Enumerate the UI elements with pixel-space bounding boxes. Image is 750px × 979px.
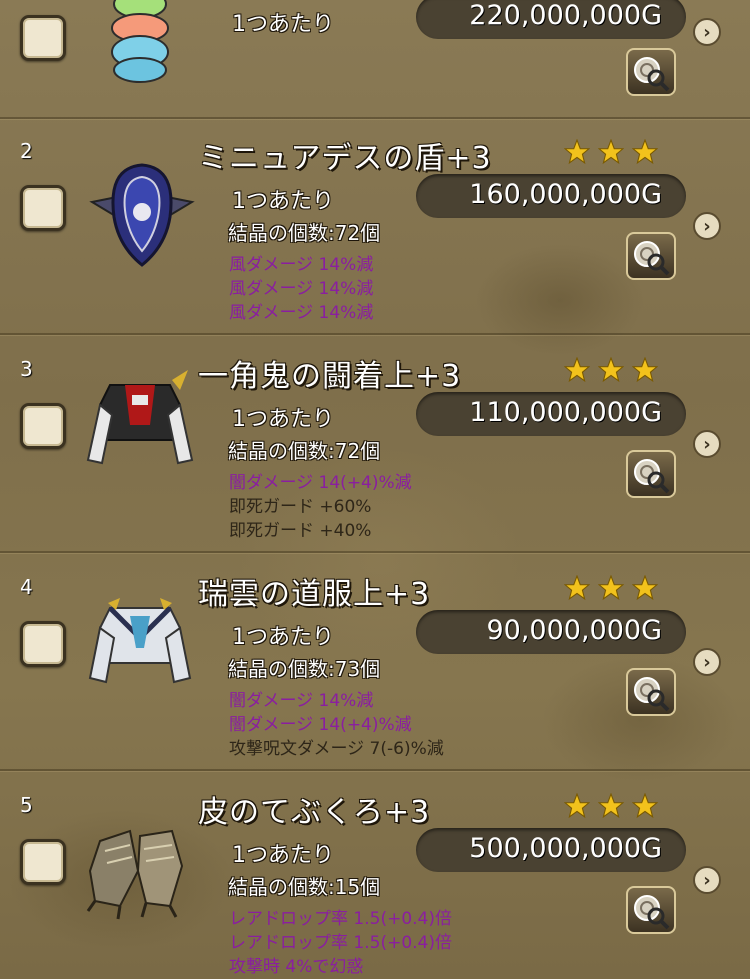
robe-top-item-icon — [88, 598, 192, 684]
list-item[interactable]: 5 皮のてぶくろ+3 1つあたり 500,000,000G 結晶の個数:15個 … — [0, 771, 750, 979]
crystal-count: 結晶の個数:15個 — [228, 875, 381, 899]
star-icon — [632, 575, 658, 601]
star-icon — [632, 357, 658, 383]
effect-line: 攻撃時 4%で幻惑 — [229, 957, 364, 977]
price-display: 500,000,000G — [416, 828, 686, 872]
star-icon — [598, 357, 624, 383]
effect-line: レアドロップ率 1.5(+0.4)倍 — [229, 933, 452, 953]
crystal-count: 結晶の個数:73個 — [228, 657, 381, 681]
effect-line: 闇ダメージ 14(+4)%減 — [229, 473, 412, 493]
search-button[interactable] — [626, 886, 676, 934]
effect-line: 攻撃呪文ダメージ 7(-6)%減 — [229, 739, 444, 759]
list-item[interactable]: 2 ミニュアデスの盾+3 1つあたり 160,000,000G 結晶の個数:72… — [0, 117, 750, 335]
effect-line: 即死ガード +60% — [229, 497, 372, 517]
unit-price-label: 1つあたり — [232, 12, 334, 37]
unit-price-label: 1つあたり — [232, 625, 334, 650]
magnifier-icon — [634, 459, 670, 494]
magnifier-icon — [634, 241, 670, 276]
unit-price-label: 1つあたり — [232, 189, 334, 214]
search-button[interactable] — [626, 232, 676, 280]
gloves-item-icon — [86, 829, 184, 920]
crystal-count: 結晶の個数:72個 — [228, 221, 381, 245]
star-icon — [598, 575, 624, 601]
row-detail-arrow-button[interactable]: › — [693, 866, 721, 894]
star-icon — [564, 575, 590, 601]
effect-line: 闇ダメージ 14(+4)%減 — [229, 715, 412, 735]
unit-price-label: 1つあたり — [232, 407, 334, 432]
rarity-stars — [564, 357, 658, 383]
item-name: 皮のてぶくろ+3 — [198, 795, 431, 830]
row-detail-arrow-button[interactable]: › — [693, 648, 721, 676]
price-value: 90,000,000G — [486, 615, 662, 646]
price-value: 220,000,000G — [469, 0, 662, 31]
row-detail-arrow-button[interactable]: › — [693, 430, 721, 458]
effect-line: 闇ダメージ 14%減 — [229, 691, 374, 711]
row-number: 3 — [20, 357, 33, 381]
rarity-stars — [564, 793, 658, 819]
select-checkbox[interactable] — [20, 621, 66, 667]
magnifier-icon — [634, 57, 670, 92]
star-icon — [598, 793, 624, 819]
rarity-stars — [564, 575, 658, 601]
effect-line: 即死ガード +40% — [229, 521, 372, 541]
effect-line: レアドロップ率 1.5(+0.4)倍 — [229, 909, 452, 929]
search-button[interactable] — [626, 48, 676, 96]
star-icon — [632, 793, 658, 819]
unit-price-label: 1つあたり — [232, 843, 334, 868]
magnifier-icon — [634, 677, 670, 712]
row-detail-arrow-button[interactable]: › — [693, 212, 721, 240]
effect-line: 風ダメージ 14%減 — [229, 279, 374, 299]
slime-tower-item-icon — [111, 0, 169, 83]
crystal-count: 結晶の個数:72個 — [228, 439, 381, 463]
search-button[interactable] — [626, 450, 676, 498]
price-value: 110,000,000G — [469, 397, 662, 428]
price-display: 110,000,000G — [416, 392, 686, 436]
row-number: 4 — [20, 575, 33, 599]
effect-line: 風ダメージ 14%減 — [229, 255, 374, 275]
row-number: 2 — [20, 139, 33, 163]
price-value: 500,000,000G — [469, 833, 662, 864]
armor-top-item-icon — [86, 370, 194, 465]
star-icon — [564, 793, 590, 819]
rarity-stars — [564, 139, 658, 165]
price-display: 160,000,000G — [416, 174, 686, 218]
star-icon — [564, 357, 590, 383]
magnifier-icon — [634, 895, 670, 930]
shield-item-icon — [89, 163, 195, 267]
star-icon — [598, 139, 624, 165]
search-button[interactable] — [626, 668, 676, 716]
price-display: 90,000,000G — [416, 610, 686, 654]
list-item[interactable]: 1つあたり 220,000,000G › — [0, 0, 750, 119]
item-list: 1つあたり 220,000,000G › 2 ミニュアデスの盾+3 1つあたり … — [0, 0, 750, 979]
effect-line: 風ダメージ 14%減 — [229, 303, 374, 323]
select-checkbox[interactable] — [20, 185, 66, 231]
item-name: 瑞雲の道服上+3 — [198, 577, 431, 612]
select-checkbox[interactable] — [20, 839, 66, 885]
list-item[interactable]: 3 一角鬼の闘着上+3 1つあたり 110,000,000G 結晶の個数:72個… — [0, 335, 750, 553]
list-item[interactable]: 4 瑞雲の道服上+3 1つあたり 90,000,000G 結晶の個数:73個 闇… — [0, 553, 750, 771]
item-name: ミニュアデスの盾+3 — [198, 141, 492, 176]
star-icon — [564, 139, 590, 165]
star-icon — [632, 139, 658, 165]
select-checkbox[interactable] — [20, 403, 66, 449]
row-detail-arrow-button[interactable]: › — [693, 18, 721, 46]
item-name: 一角鬼の闘着上+3 — [198, 359, 462, 394]
price-value: 160,000,000G — [469, 179, 662, 210]
select-checkbox[interactable] — [20, 15, 66, 61]
price-display: 220,000,000G — [416, 0, 686, 39]
row-number: 5 — [20, 793, 33, 817]
